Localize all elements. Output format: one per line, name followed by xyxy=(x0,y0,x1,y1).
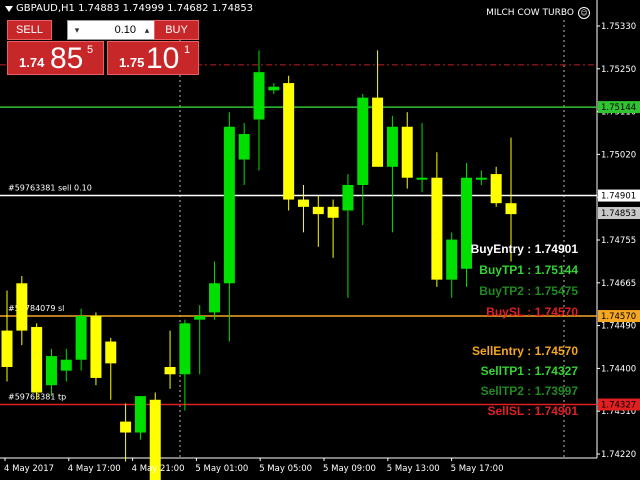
candle-body-12 xyxy=(179,323,191,375)
time-tick-label-0: 4 May 2017 xyxy=(4,464,54,474)
candle-body-14 xyxy=(209,283,221,313)
time-tick-label-6: 5 May 13:00 xyxy=(387,464,440,474)
candle-body-33 xyxy=(490,174,502,204)
candle-body-20 xyxy=(297,199,309,207)
buy-price-prefix: 1.75 xyxy=(119,55,145,70)
candle-body-25 xyxy=(372,97,384,167)
stat-buy-tp2: BuyTP2 : 1.75475 xyxy=(479,284,578,298)
chart-title: GBPAUD,H1 1.74883 1.74999 1.74682 1.7485… xyxy=(5,3,253,14)
candle-body-32 xyxy=(475,177,487,180)
stat-buy-tp1: BuyTP1 : 1.75144 xyxy=(479,263,578,277)
candle-body-34 xyxy=(505,203,517,215)
buy-price-big: 10 xyxy=(146,42,180,75)
sell-price-prefix: 1.74 xyxy=(19,55,45,70)
candle-2 xyxy=(31,323,43,400)
price-tag-label-4: 1.74327 xyxy=(601,400,636,410)
time-tick-label-4: 5 May 05:00 xyxy=(259,464,312,474)
candle-body-29 xyxy=(431,177,443,280)
candle-body-1 xyxy=(16,283,28,331)
time-tick-label-2: 4 May 21:00 xyxy=(132,464,185,474)
candle-body-5 xyxy=(75,316,87,360)
candle-body-2 xyxy=(31,326,43,393)
candle-body-27 xyxy=(401,126,413,178)
lot-decrease-icon[interactable]: ▾ xyxy=(70,23,84,37)
price-tag-label-0: 1.75144 xyxy=(601,103,636,113)
price-tick-label-5: 1.74755 xyxy=(601,236,636,246)
price-tick-label-3: 1.75020 xyxy=(601,150,636,160)
candle-body-24 xyxy=(357,97,369,185)
time-tick-label-3: 5 May 01:00 xyxy=(195,464,248,474)
time-tick-label-7: 5 May 17:00 xyxy=(451,464,504,474)
candle-body-23 xyxy=(342,185,354,211)
candle-31 xyxy=(461,163,473,287)
candle-body-17 xyxy=(253,72,265,120)
price-tag-label-2: 1.74853 xyxy=(601,209,636,219)
candle-body-6 xyxy=(90,316,102,378)
lot-size-field[interactable]: ▾ ▴ xyxy=(67,20,157,40)
candle-body-4 xyxy=(60,359,72,371)
candle-body-30 xyxy=(446,239,458,280)
buy-button[interactable]: BUY xyxy=(154,20,199,40)
buy-price-button[interactable]: 1.75 10 1 xyxy=(107,41,199,75)
candle-body-8 xyxy=(120,421,132,433)
candle-body-21 xyxy=(312,206,324,215)
price-tick-label-7: 1.74490 xyxy=(601,322,636,332)
time-tick-label-5: 5 May 09:00 xyxy=(323,464,376,474)
candle-body-28 xyxy=(416,177,428,180)
price-tag-label-1: 1.74901 xyxy=(601,192,636,202)
candle-body-22 xyxy=(327,206,339,218)
buy-price-sup: 1 xyxy=(184,44,191,56)
candle-body-7 xyxy=(105,341,117,364)
level-label-2: #59763381 sell 0.10 xyxy=(8,184,92,193)
smiley-icon[interactable]: ☺ xyxy=(578,7,590,19)
candle-body-13 xyxy=(194,316,206,320)
dropdown-arrow-icon[interactable] xyxy=(5,5,13,12)
stat-buy-sl: BuySL : 1.74570 xyxy=(486,305,578,319)
sell-price-sup: 5 xyxy=(87,44,94,56)
candle-body-0 xyxy=(1,330,13,367)
lot-size-input[interactable] xyxy=(86,22,136,38)
stat-sell-entry: SellEntry : 1.74570 xyxy=(471,344,578,358)
candle-body-26 xyxy=(386,126,398,167)
candle-body-19 xyxy=(283,83,295,200)
sell-button[interactable]: SELL xyxy=(7,20,52,40)
stat-sell-tp1: SellTP1 : 1.74327 xyxy=(480,364,578,378)
price-tag-label-3: 1.74570 xyxy=(601,312,636,322)
price-tick-label-6: 1.74665 xyxy=(601,279,636,289)
expert-advisor-label: MILCH COW TURBO ☺ xyxy=(486,7,590,19)
price-tick-label-8: 1.74400 xyxy=(601,364,636,374)
price-tick-label-1: 1.75250 xyxy=(601,65,636,75)
candle-body-18 xyxy=(268,86,280,91)
time-tick-label-1: 4 May 17:00 xyxy=(68,464,121,474)
candle-body-15 xyxy=(223,126,235,284)
sell-price-button[interactable]: 1.74 85 5 xyxy=(7,41,104,75)
one-click-trade-panel: SELL ▾ ▴ BUY 1.74 85 5 1.75 10 1 xyxy=(7,20,199,76)
lot-increase-icon[interactable]: ▴ xyxy=(140,23,154,37)
price-tick-label-0: 1.75330 xyxy=(601,22,636,32)
candle-body-11 xyxy=(164,367,176,375)
sell-price-big: 85 xyxy=(50,42,84,75)
candle-19 xyxy=(283,75,295,211)
price-tick-label-10: 1.74220 xyxy=(601,450,636,460)
candle-body-3 xyxy=(45,356,57,386)
stat-buy-entry: BuyEntry : 1.74901 xyxy=(470,242,578,256)
stat-sell-tp2: SellTP2 : 1.73997 xyxy=(480,384,578,398)
candle-6 xyxy=(90,312,102,386)
stat-sell-sl: SellSL : 1.74901 xyxy=(487,404,578,418)
candle-body-9 xyxy=(134,396,146,433)
ea-name-text: MILCH COW TURBO xyxy=(486,8,574,18)
symbol-ohlc: GBPAUD,H1 1.74883 1.74999 1.74682 1.7485… xyxy=(16,3,254,14)
candle-body-16 xyxy=(238,134,250,160)
